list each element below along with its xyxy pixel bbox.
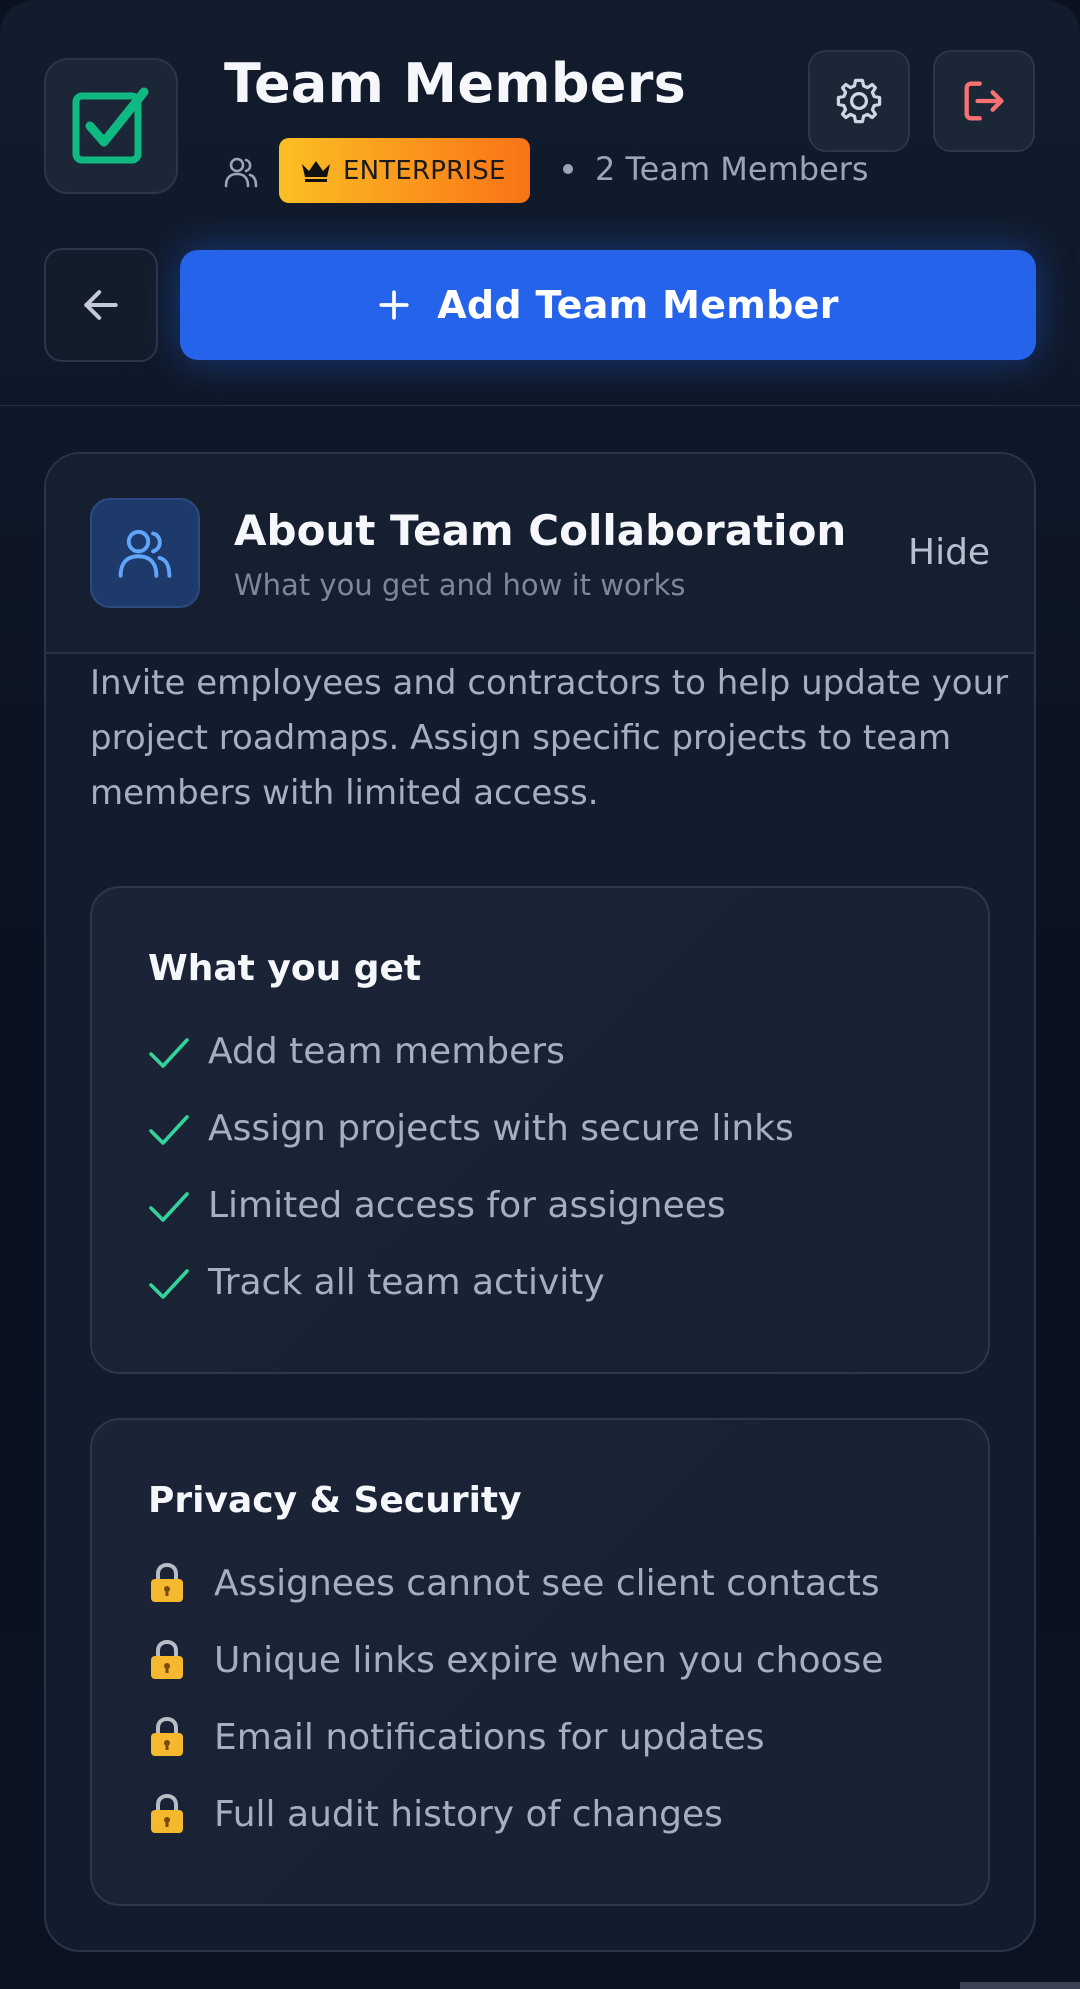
list-item-label: Email notifications for updates xyxy=(214,1717,765,1758)
add-team-member-label: Add Team Member xyxy=(437,283,839,327)
list-item-label: Full audit history of changes xyxy=(214,1794,723,1835)
users-icon xyxy=(224,157,258,188)
page-title: Team Members xyxy=(224,52,687,115)
users-icon xyxy=(118,529,172,578)
lock-icon xyxy=(151,1793,183,1833)
gear-icon xyxy=(836,78,882,124)
list-item-label: Assignees cannot see client contacts xyxy=(214,1563,880,1604)
what-you-get-box: What you get Add team members Assign pro… xyxy=(90,886,990,1374)
privacy-security-title: Privacy & Security xyxy=(148,1480,522,1521)
list-item-label: Unique links expire when you choose xyxy=(214,1640,884,1681)
app-logo xyxy=(44,58,178,194)
list-item-label: Add team members xyxy=(208,1031,565,1072)
checkbox-icon xyxy=(72,87,149,164)
list-item: Assign projects with secure links xyxy=(148,1107,794,1184)
add-team-member-button[interactable]: Add Team Member xyxy=(180,250,1036,360)
list-item: Unique links expire when you choose xyxy=(148,1639,883,1716)
about-intro-text: Invite employees and contractors to help… xyxy=(90,663,1009,813)
separator-dot xyxy=(563,164,573,174)
settings-button[interactable] xyxy=(808,50,910,152)
list-item-label: Limited access for assignees xyxy=(208,1185,726,1226)
back-button[interactable] xyxy=(44,248,158,362)
check-icon xyxy=(149,1269,189,1299)
list-item-label: Assign projects with secure links xyxy=(208,1108,794,1149)
check-icon xyxy=(149,1192,189,1222)
check-icon xyxy=(149,1038,189,1068)
about-card-header: About Team Collaboration What you get an… xyxy=(46,454,1034,654)
plus-icon xyxy=(379,290,409,320)
list-item: Limited access for assignees xyxy=(148,1184,794,1261)
arrow-left-icon xyxy=(84,290,118,320)
about-card-title: About Team Collaboration xyxy=(234,506,847,555)
lock-icon xyxy=(151,1716,183,1756)
list-item: Track all team activity xyxy=(148,1261,794,1338)
check-icon xyxy=(149,1115,189,1145)
app-screen: Team Members ENTERPRISE 2 Team Members A… xyxy=(0,0,1080,1989)
privacy-security-list: Assignees cannot see client contacts Uni… xyxy=(148,1562,883,1870)
scroll-indicator xyxy=(960,1982,1080,1989)
about-team-collaboration-card: About Team Collaboration What you get an… xyxy=(44,452,1036,1952)
what-you-get-title: What you get xyxy=(148,948,422,989)
header: Team Members ENTERPRISE 2 Team Members A… xyxy=(0,0,1080,406)
lock-icon xyxy=(151,1639,183,1679)
hide-button[interactable]: Hide xyxy=(908,532,990,573)
team-icon-tile xyxy=(90,498,200,608)
list-item: Add team members xyxy=(148,1030,794,1107)
logout-icon xyxy=(964,81,1004,121)
what-you-get-list: Add team members Assign projects with se… xyxy=(148,1030,794,1338)
crown-icon xyxy=(302,160,330,182)
list-item: Full audit history of changes xyxy=(148,1793,883,1870)
list-item-label: Track all team activity xyxy=(208,1262,605,1303)
member-count: 2 Team Members xyxy=(595,150,869,188)
plan-badge-label: ENTERPRISE xyxy=(343,155,506,186)
privacy-security-box: Privacy & Security Assignees cannot see … xyxy=(90,1418,990,1906)
lock-icon xyxy=(151,1562,183,1602)
list-item: Assignees cannot see client contacts xyxy=(148,1562,883,1639)
logout-button[interactable] xyxy=(933,50,1035,152)
about-card-subtitle: What you get and how it works xyxy=(234,568,686,602)
plan-badge: ENTERPRISE xyxy=(279,138,530,203)
list-item: Email notifications for updates xyxy=(148,1716,883,1793)
